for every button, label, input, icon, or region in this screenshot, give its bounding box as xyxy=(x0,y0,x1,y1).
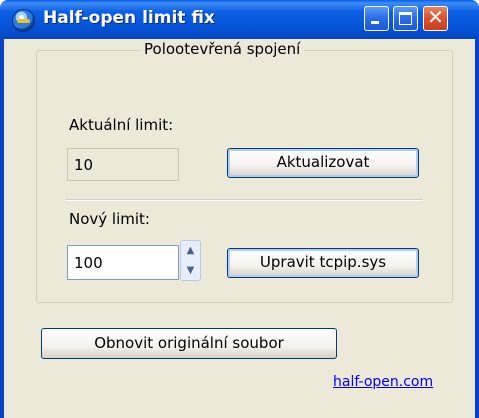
website-link[interactable]: half-open.com xyxy=(333,374,433,390)
close-icon: ✕ xyxy=(427,5,444,29)
apply-tcpip-button[interactable]: Upravit tcpip.sys xyxy=(227,248,419,278)
group-title: Polootevřená spojení xyxy=(140,40,305,58)
separator xyxy=(66,199,422,201)
window-title: Half-open limit fix xyxy=(43,8,215,28)
refresh-button[interactable]: Aktualizovat xyxy=(227,148,419,178)
new-limit-input[interactable]: 100 xyxy=(67,245,179,280)
current-limit-field: 10 xyxy=(67,148,179,181)
current-limit-label: Aktuální limit: xyxy=(69,116,174,134)
close-button[interactable]: ✕ xyxy=(423,5,448,31)
chevron-down-icon[interactable]: ▼ xyxy=(181,261,200,280)
limit-spinner[interactable]: ▲ ▼ xyxy=(180,240,201,281)
chevron-up-icon[interactable]: ▲ xyxy=(181,241,200,260)
globe-icon[interactable] xyxy=(12,9,35,32)
title-bar[interactable]: Half-open limit fix ✕ xyxy=(0,0,479,39)
maximize-button[interactable] xyxy=(393,6,418,31)
minimize-icon xyxy=(371,21,379,24)
minimize-button[interactable] xyxy=(364,6,389,31)
new-limit-label: Nový limit: xyxy=(69,210,150,228)
maximize-icon xyxy=(399,12,412,25)
restore-original-button[interactable]: Obnovit originální soubor xyxy=(41,328,337,359)
